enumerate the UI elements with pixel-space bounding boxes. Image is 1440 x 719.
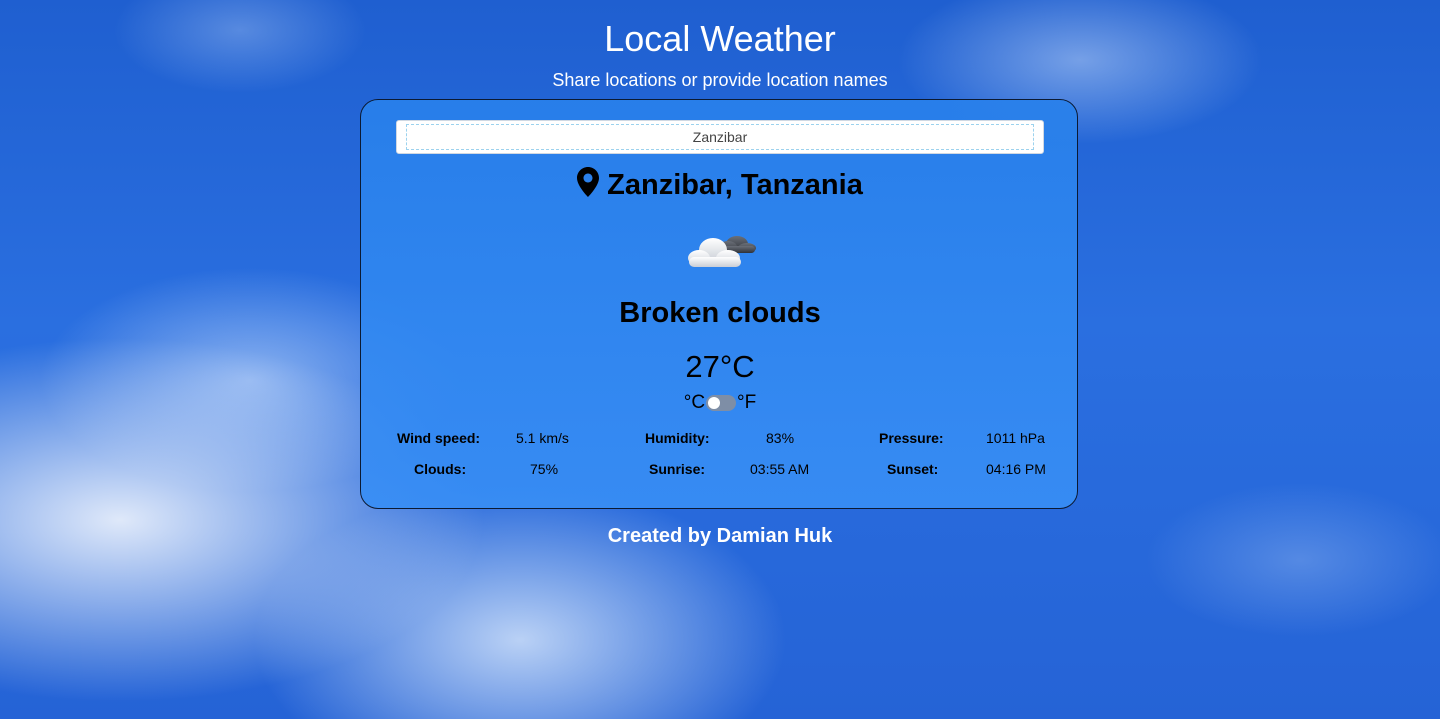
weather-card: Zanzibar, Tanzania — [360, 99, 1078, 509]
temperature-value: 27°C — [685, 349, 755, 384]
broken-clouds-icon — [688, 236, 756, 267]
location-heading: Zanzibar, Tanzania — [361, 166, 1079, 204]
location-name: Zanzibar, Tanzania — [607, 169, 863, 201]
sunrise-label: Sunrise: — [649, 461, 706, 477]
sunset-value: 04:16 PM — [986, 461, 1046, 477]
page-title: Local Weather — [604, 18, 836, 59]
pressure-label: Pressure: — [879, 430, 944, 446]
celsius-label: °C — [683, 392, 706, 413]
unit-toggle-row: °C °F — [361, 392, 1079, 414]
clouds-label: Clouds: — [414, 461, 467, 477]
wind-speed-label: Wind speed: — [397, 430, 481, 446]
humidity-label: Humidity: — [645, 430, 710, 446]
toggle-knob — [708, 397, 721, 409]
page-subtitle: Share locations or provide location name… — [552, 70, 888, 90]
unit-toggle-switch[interactable] — [706, 395, 737, 411]
map-pin-icon — [577, 167, 600, 197]
weather-condition: Broken clouds — [619, 297, 821, 329]
page: Local Weather Share locations or provide… — [0, 0, 1440, 719]
pressure-value: 1011 hPa — [986, 430, 1045, 446]
clouds-value: 75% — [530, 461, 559, 477]
footer-credit: Created by Damian Huk — [607, 525, 833, 547]
sunset-label: Sunset: — [887, 461, 939, 477]
wind-speed-value: 5.1 km/s — [516, 430, 569, 446]
fahrenheit-label: °F — [737, 392, 757, 413]
search-box[interactable] — [396, 120, 1044, 154]
weather-stats: Wind speed: 5.1 km/s Humidity: 83% Press… — [361, 428, 1079, 490]
location-search-input[interactable] — [406, 124, 1034, 150]
sunrise-value: 03:55 AM — [750, 461, 810, 477]
humidity-value: 83% — [766, 430, 795, 446]
